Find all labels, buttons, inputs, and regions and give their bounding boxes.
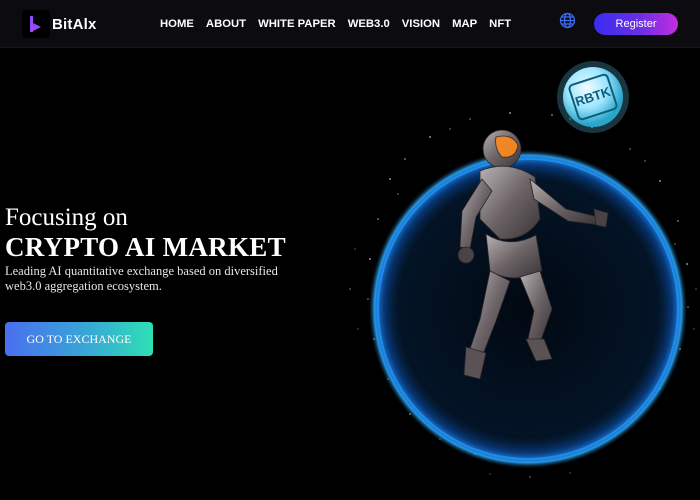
register-button[interactable]: Register: [594, 13, 678, 35]
nav-item-nft[interactable]: NFT: [489, 18, 511, 30]
go-to-exchange-button[interactable]: GO TO EXCHANGE: [5, 322, 153, 356]
nav-item-about[interactable]: ABOUT: [206, 18, 246, 30]
brand-logo[interactable]: BitAlx: [22, 10, 97, 38]
hero-astronaut-illustration: RBTK: [349, 61, 697, 478]
top-header: BitAlx HOME ABOUT WHITE PAPER WEB3.0 VIS…: [0, 0, 700, 48]
b-logo-icon: [22, 10, 50, 38]
main-nav: HOME ABOUT WHITE PAPER WEB3.0 VISION MAP…: [160, 0, 511, 48]
globe-icon[interactable]: [559, 12, 576, 29]
nav-item-white-paper[interactable]: WHITE PAPER: [258, 18, 336, 30]
nav-item-vision[interactable]: VISION: [402, 18, 440, 30]
hero-subtitle: Leading AI quantitative exchange based o…: [5, 264, 278, 293]
nav-item-map[interactable]: MAP: [452, 18, 477, 30]
nav-item-home[interactable]: HOME: [160, 18, 194, 30]
brand-name: BitAlx: [52, 15, 97, 33]
hero-title-line2: CRYPTO AI MARKET: [5, 232, 286, 262]
nav-item-web3[interactable]: WEB3.0: [348, 18, 390, 30]
hero-title-line1: Focusing on: [5, 204, 128, 231]
rbtk-badge: RBTK: [557, 61, 629, 133]
